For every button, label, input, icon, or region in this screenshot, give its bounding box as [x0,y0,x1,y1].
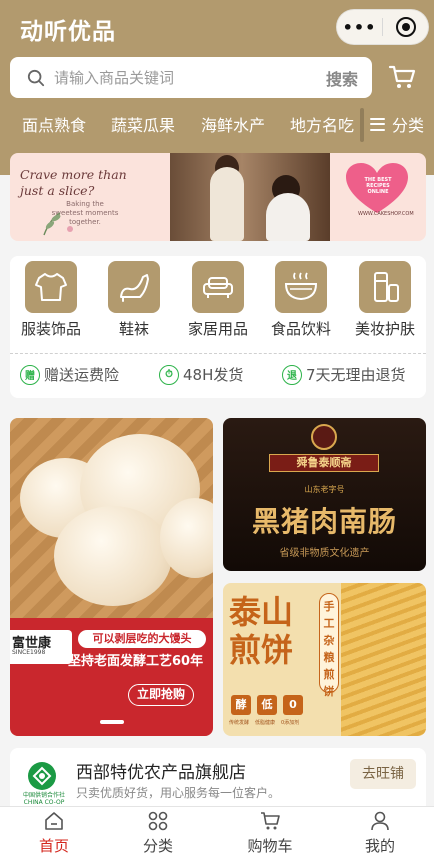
cart-icon [261,812,280,830]
grid-icon [148,811,168,831]
app-title: 动听优品 [20,19,116,45]
bun-image [54,506,172,606]
guarantee-label: 赠送运费险 [44,366,120,384]
category-tab-1[interactable]: 面点熟食 [22,112,86,136]
dashed-divider [10,353,426,354]
header: 动听优品 ••• 请输入商品关键词 搜索 面点熟食 蔬菜瓜果 海鲜水产 地方名吃… [0,0,434,175]
bowl-icon [284,272,318,301]
pancake-image [341,583,426,736]
search-input[interactable]: 请输入商品关键词 [54,67,326,88]
promo-banner[interactable]: Crave more than just a slice? Baking the… [10,153,426,241]
tab-cart[interactable]: 购物车 [216,807,324,868]
tab-label: 首页 [38,837,69,855]
promo-vertical-label: 手工杂粮煎饼 [319,593,339,698]
tshirt-icon [35,273,67,301]
feature-badges: 酵 低 0 [231,695,303,715]
shortcut-home[interactable]: 家居用品 [178,261,258,339]
search-icon [27,69,45,86]
promo-subtitle: 山东老字号 [304,485,345,494]
tab-category[interactable]: 分类 [104,807,212,868]
shortcut-label: 家居用品 [187,320,248,338]
carousel-indicator [100,720,124,724]
category-shortcuts-card: 服装饰品 鞋袜 家居用品 食品饮料 美妆护肤 赠 赠送运费险 ⏱ 48H发货 退… [10,256,426,398]
shortcut-shoes[interactable]: 鞋袜 [94,261,174,339]
promo-title: 黑猪肉南肠 [251,505,397,538]
bottom-tab-bar: 首页 分类 购物车 我的 [0,806,434,868]
promo-slogan-1: 可以剥层吃的大馒头 [78,630,206,648]
clock-icon: ⏱ [159,364,179,385]
search-bar[interactable]: 请输入商品关键词 搜索 [10,57,372,98]
brand-since: SINCE1998 [12,649,46,656]
shortcut-label: 美妆护肤 [354,320,415,338]
return-icon: 退 [282,364,302,385]
guarantee-label: 7天无理由退货 [306,366,406,384]
shortcut-label: 服装饰品 [20,320,81,338]
category-tab-3[interactable]: 海鲜水产 [201,112,265,136]
banner-url: WWW.CAKESHOP.COM [358,211,414,217]
guarantee-label: 48H发货 [183,366,244,384]
guarantee-insurance: 赠 赠送运费险 [20,364,119,385]
leaf-decoration-icon [43,212,73,236]
more-dots-icon[interactable]: ••• [337,18,382,37]
guarantee-shipping: ⏱ 48H发货 [159,364,243,385]
tab-label: 购物车 [247,837,293,855]
user-icon [371,811,389,831]
store-card[interactable]: 中国供销合作社 CHINA CO-OP 西部特优农产品旗舰店 只卖优质好货，用心… [10,748,426,810]
category-tabs: 面点熟食 蔬菜瓜果 海鲜水产 地方名吃 分类 [0,108,434,142]
shortcut-clothing[interactable]: 服装饰品 [11,261,91,339]
tab-home[interactable]: 首页 [0,807,108,868]
home-icon [45,812,63,830]
feature-caption: 低脂健康 [255,720,276,726]
menu-icon [370,117,385,131]
feature-badge: 0 [283,695,303,715]
category-scroll-divider [360,108,364,142]
promo-slogan-2: 坚持老面发酵工艺60年 [68,654,204,669]
shortcut-label: 食品饮料 [270,320,331,338]
store-name: 西部特优农产品旗舰店 [76,763,246,783]
category-tab-4[interactable]: 地方名吃 [290,112,354,136]
shortcut-label: 鞋袜 [118,320,149,338]
cart-icon[interactable] [388,64,416,90]
tab-label: 我的 [364,837,395,855]
visit-store-button[interactable]: 去旺铺 [350,759,416,789]
feature-badge: 酵 [231,695,251,715]
target-close-icon[interactable] [383,17,428,37]
tab-label: 分类 [142,837,173,855]
promo-title: 泰山煎饼 [229,593,294,669]
promo-pancake[interactable]: 泰山煎饼 手工杂粮煎饼 酵 低 0 传统发酵 低脂健康 0添加剂 [223,583,426,736]
search-button[interactable]: 搜索 [326,66,358,90]
category-tab-2[interactable]: 蔬菜瓜果 [111,112,175,136]
promo-sausage[interactable]: 舜鲁泰顺斋 山东老字号 黑猪肉南肠 省级非物质文化遗产 [223,418,426,571]
sofa-icon [203,277,233,298]
store-description: 只卖优质好货，用心服务每一位客户。 [76,786,281,800]
feature-caption: 传统发酵 [229,720,250,726]
all-categories-label: 分类 [392,116,425,135]
brand-emblem-icon [311,424,337,450]
guarantee-return: 退 7天无理由退货 [282,364,406,385]
shortcut-cosmetics[interactable]: 美妆护肤 [345,261,425,339]
insurance-icon: 赠 [20,364,40,385]
banner-badge-text: THE BEST RECIPES ONLINE [364,177,392,195]
cosmetics-icon [374,272,399,302]
high-heel-icon [120,274,149,302]
banner-headline: Crave more than just a slice? [20,167,127,198]
tab-profile[interactable]: 我的 [326,807,434,868]
promo-steamed-buns[interactable]: 富世康 SINCE1998 可以剥层吃的大馒头 坚持老面发酵工艺60年 立即抢购 [10,418,213,736]
coop-logo-text: 中国供销合作社 CHINA CO-OP [22,792,65,806]
shortcut-food[interactable]: 食品饮料 [261,261,341,339]
promo-footer: 省级非物质文化遗产 [279,548,370,559]
feature-badge: 低 [257,695,277,715]
buy-now-button[interactable]: 立即抢购 [128,684,194,706]
feature-caption: 0添加剂 [281,720,300,726]
banner-photo [170,153,330,241]
mini-program-capsule: ••• [336,9,429,45]
brand-name: 舜鲁泰顺斋 [269,454,379,472]
all-categories-button[interactable]: 分类 [370,112,431,136]
